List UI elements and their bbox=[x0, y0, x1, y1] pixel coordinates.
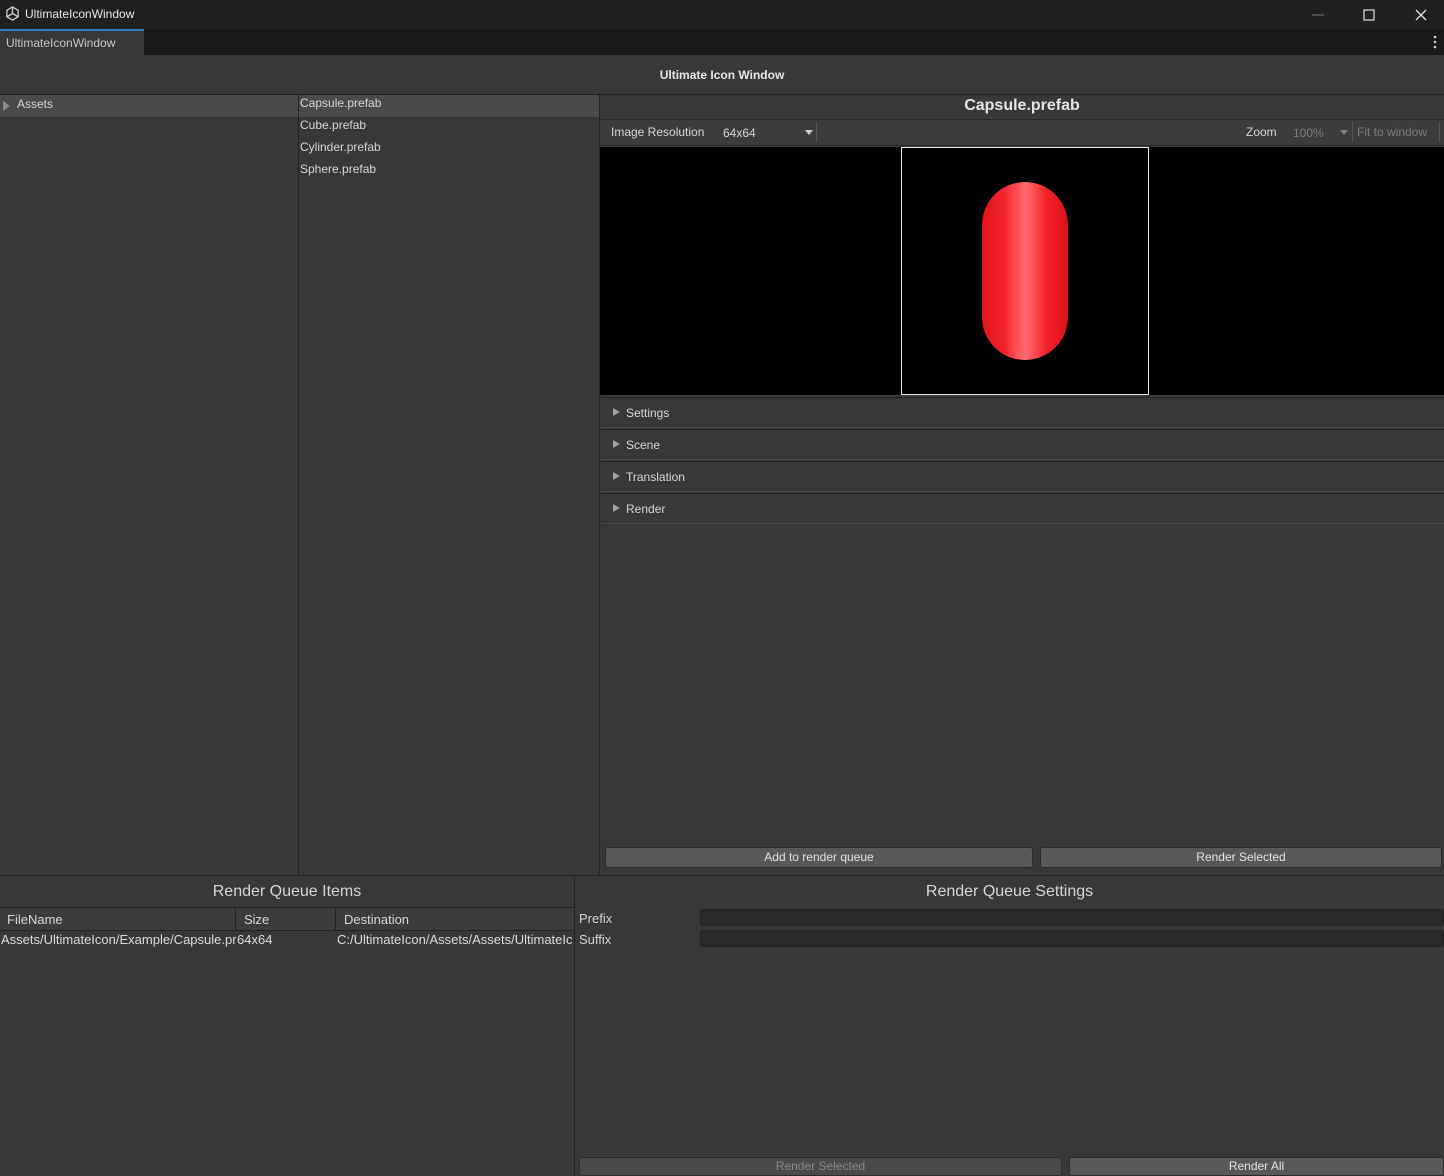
render-queue-selected-button[interactable]: Render Selected bbox=[579, 1157, 1062, 1176]
resolution-label: Image Resolution bbox=[611, 125, 705, 139]
window-heading: Ultimate Icon Window bbox=[659, 68, 785, 82]
asset-list bbox=[299, 95, 599, 875]
queue-cell-destination[interactable]: C:/UltimateIcon/Assets/Assets/UltimateIc… bbox=[337, 932, 573, 947]
foldout-label: Settings bbox=[626, 406, 670, 420]
kebab-menu-icon[interactable] bbox=[1428, 33, 1442, 51]
suffix-label: Suffix bbox=[579, 932, 612, 947]
minimize-icon bbox=[1312, 14, 1324, 15]
unity-logo-icon bbox=[6, 6, 19, 21]
tab-ultimate-icon-window[interactable]: UltimateIconWindow bbox=[0, 29, 144, 55]
column-resize-handle[interactable] bbox=[335, 908, 336, 930]
close-button[interactable] bbox=[1395, 0, 1444, 29]
dropdown-arrow-icon bbox=[805, 130, 813, 135]
foldout-settings[interactable]: Settings bbox=[601, 397, 1444, 428]
column-header-size[interactable]: Size bbox=[244, 912, 269, 927]
foldout-arrow-icon bbox=[613, 408, 620, 416]
maximize-button[interactable] bbox=[1343, 0, 1395, 29]
tab-strip bbox=[0, 29, 1444, 55]
folder-tree bbox=[0, 95, 298, 875]
suffix-input[interactable] bbox=[700, 930, 1444, 947]
capsule-preview-image bbox=[982, 182, 1068, 360]
list-item-cube[interactable]: Cube.prefab bbox=[299, 117, 599, 139]
render-all-button[interactable]: Render All bbox=[1069, 1157, 1444, 1176]
add-to-render-queue-button[interactable]: Add to render queue bbox=[605, 847, 1033, 868]
foldout-translation[interactable]: Translation bbox=[601, 461, 1444, 492]
render-queue-settings-title: Render Queue Settings bbox=[925, 883, 1094, 900]
title-bar bbox=[0, 0, 1444, 29]
render-selected-button[interactable]: Render Selected bbox=[1040, 847, 1442, 868]
minimize-button[interactable] bbox=[1292, 0, 1344, 29]
zoom-value: 100% bbox=[1293, 126, 1324, 140]
column-header-destination[interactable]: Destination bbox=[344, 912, 409, 927]
list-item-capsule[interactable]: Capsule.prefab bbox=[299, 95, 599, 117]
column-resize-handle[interactable] bbox=[235, 908, 236, 930]
fit-to-window-button[interactable]: Fit to window bbox=[1354, 122, 1440, 142]
list-item-cylinder[interactable]: Cylinder.prefab bbox=[299, 139, 599, 161]
foldout-label: Scene bbox=[626, 438, 661, 452]
zoom-label: Zoom bbox=[1246, 125, 1277, 139]
column-header-filename[interactable]: FileName bbox=[7, 912, 63, 927]
queue-table-header bbox=[0, 907, 574, 931]
dropdown-arrow-icon bbox=[1340, 130, 1348, 135]
queue-cell-filename[interactable]: Assets/UltimateIcon/Example/Capsule.pref… bbox=[1, 932, 236, 947]
prefix-input[interactable] bbox=[700, 909, 1444, 926]
foldout-label: Render bbox=[626, 502, 666, 516]
render-queue-title: Render Queue Items bbox=[212, 883, 362, 900]
resolution-value: 64x64 bbox=[723, 126, 756, 140]
window-title: UltimateIconWindow bbox=[25, 7, 135, 21]
foldout-scene[interactable]: Scene bbox=[601, 429, 1444, 460]
tab-label: UltimateIconWindow bbox=[6, 36, 116, 50]
foldout-render[interactable]: Render bbox=[601, 493, 1444, 524]
maximize-icon bbox=[1363, 8, 1375, 21]
asset-title: Capsule.prefab bbox=[964, 97, 1080, 114]
foldout-label: Translation bbox=[626, 470, 685, 484]
expand-arrow-icon[interactable] bbox=[3, 101, 10, 111]
foldout-arrow-icon bbox=[613, 504, 620, 512]
list-item-sphere[interactable]: Sphere.prefab bbox=[299, 161, 599, 183]
tree-item-label: Assets bbox=[17, 97, 54, 111]
close-icon bbox=[1415, 9, 1427, 20]
pane-splitter[interactable] bbox=[574, 876, 575, 1176]
foldout-arrow-icon bbox=[613, 440, 620, 448]
foldout-arrow-icon bbox=[613, 472, 620, 480]
divider bbox=[0, 875, 1444, 876]
prefix-label: Prefix bbox=[579, 911, 613, 926]
queue-cell-size[interactable]: 64x64 bbox=[237, 932, 332, 947]
